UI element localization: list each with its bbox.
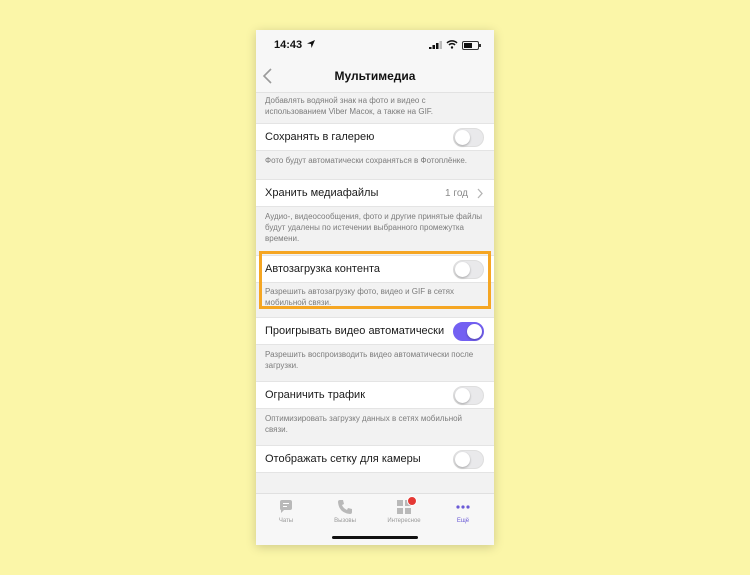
setting-auto-download[interactable]: Автозагрузка контента <box>256 255 494 283</box>
setting-camera-grid[interactable]: Отображать сетку для камеры <box>256 445 494 473</box>
setting-label: Проигрывать видео автоматически <box>265 325 445 337</box>
traffic-toggle[interactable] <box>453 386 484 405</box>
tab-more[interactable]: Ещё <box>433 499 493 524</box>
gallery-note: Фото будут автоматически сохраняться в Ф… <box>265 156 468 165</box>
tab-label: Интересное <box>387 518 421 524</box>
nav-bar: Мультимедиа <box>256 60 494 93</box>
wifi-icon <box>446 40 458 49</box>
settings-list[interactable]: Добавлять водяной знак на фото и видео с… <box>256 93 494 493</box>
auto-download-note: Разрешить автозагрузку фото, видео и GIF… <box>265 287 454 307</box>
setting-value: 1 год <box>445 188 468 199</box>
auto-download-toggle[interactable] <box>453 260 484 279</box>
more-icon <box>456 505 470 509</box>
phone-screen: 14:43 Мультимедиа Добавлять водяной знак… <box>256 30 494 545</box>
setting-label: Отображать сетку для камеры <box>265 453 421 465</box>
autoplay-note: Разрешить воспроизводить видео автоматич… <box>265 350 474 370</box>
signal-icon <box>429 41 442 49</box>
tab-calls[interactable]: Вызовы <box>315 499 375 524</box>
page-title: Мультимедиа <box>334 69 416 83</box>
battery-icon <box>462 41 481 50</box>
location-icon <box>307 40 315 48</box>
setting-keep-media[interactable]: Хранить медиафайлы 1 год <box>256 179 494 207</box>
setting-autoplay-video[interactable]: Проигрывать видео автоматически <box>256 317 494 345</box>
home-indicator <box>332 536 418 539</box>
watermark-note: Добавлять водяной знак на фото и видео с… <box>265 96 434 116</box>
setting-label: Ограничить трафик <box>265 389 366 401</box>
phone-icon <box>338 500 352 514</box>
tab-chats[interactable]: Чаты <box>256 499 316 524</box>
media-note: Аудио-, видеосообщения, фото и другие пр… <box>265 212 483 243</box>
setting-label: Автозагрузка контента <box>265 263 381 275</box>
setting-limit-traffic[interactable]: Ограничить трафик <box>256 381 494 409</box>
traffic-note: Оптимизировать загрузку данных в сетях м… <box>265 414 463 434</box>
tab-label: Вызовы <box>334 518 356 524</box>
setting-save-to-gallery[interactable]: Сохранять в галерею <box>256 123 494 151</box>
autoplay-toggle[interactable] <box>453 322 484 341</box>
camera-grid-toggle[interactable] <box>453 450 484 469</box>
gallery-toggle[interactable] <box>453 128 484 147</box>
tab-explore[interactable]: Интересное <box>374 496 434 524</box>
setting-label: Хранить медиафайлы <box>265 187 379 199</box>
chevron-right-icon <box>477 188 483 199</box>
setting-label: Сохранять в галерею <box>265 131 375 143</box>
tab-label: Чаты <box>278 518 294 524</box>
status-bar: 14:43 <box>256 30 494 60</box>
tab-label: Ещё <box>456 518 470 524</box>
notification-badge <box>407 496 417 506</box>
status-time: 14:43 <box>274 39 303 51</box>
chat-icon <box>280 500 292 513</box>
